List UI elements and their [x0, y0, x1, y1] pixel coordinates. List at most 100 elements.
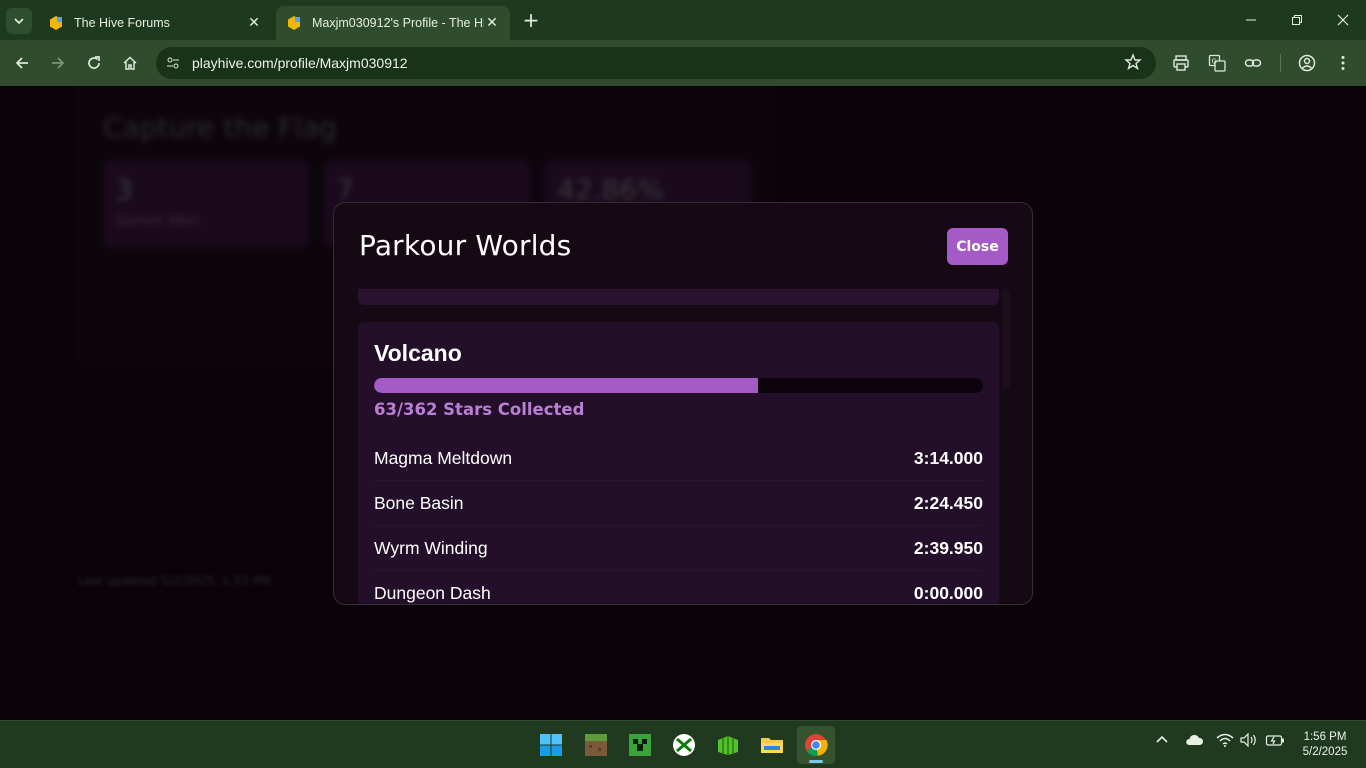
modal-title: Parkour Worlds [359, 229, 572, 262]
speaker-icon [1240, 732, 1256, 748]
tune-icon [167, 57, 179, 69]
file-explorer-button[interactable] [753, 726, 791, 764]
translate-button[interactable]: G [1204, 50, 1230, 76]
arrow-left-icon [15, 57, 28, 69]
volume-tray-button[interactable] [1240, 732, 1258, 751]
share-link-button[interactable] [1240, 50, 1266, 76]
tab-search-button[interactable] [6, 8, 32, 34]
home-icon [123, 56, 137, 70]
level-best-time: 2:24.450 [913, 492, 983, 513]
level-name: Magma Meltdown [374, 447, 513, 468]
close-icon [1337, 14, 1349, 26]
reload-icon [88, 56, 100, 69]
world-name: Volcano [374, 340, 462, 366]
kebab-menu-icon [1341, 56, 1345, 70]
onedrive-tray-button[interactable] [1184, 733, 1204, 751]
chevron-up-icon [1156, 735, 1168, 743]
stars-progress-fill [374, 378, 758, 393]
site-info-button[interactable] [162, 52, 184, 74]
level-row: Dungeon Dash 0:00.000 [374, 571, 983, 604]
hive-favicon-icon [50, 16, 62, 30]
start-button[interactable] [532, 726, 570, 764]
previous-world-card [358, 289, 999, 305]
modal-scroll-area[interactable]: Volcano 63/362 Stars Collected Magma Mel… [334, 289, 1032, 604]
minimize-button[interactable] [1228, 0, 1274, 40]
show-hidden-icons-button[interactable] [1155, 733, 1169, 751]
xbox-app-button[interactable] [665, 726, 703, 764]
taskbar-clock[interactable]: 1:56 PM 5/2/2025 [1290, 730, 1360, 760]
battery-tray-button[interactable] [1265, 733, 1285, 751]
url-text[interactable]: playhive.com/profile/Maxjm030912 [192, 55, 408, 71]
stars-progress-bar [374, 378, 983, 393]
printer-icon [1173, 55, 1189, 71]
game-heading: Capture the Flag [103, 111, 337, 144]
world-card: Volcano 63/362 Stars Collected Magma Mel… [358, 322, 999, 604]
wifi-icon [1216, 733, 1234, 747]
active-app-indicator [809, 760, 823, 763]
chrome-app-button[interactable] [797, 726, 835, 764]
level-name: Bone Basin [374, 492, 464, 513]
xbox-icon [673, 734, 695, 756]
level-name: Dungeon Dash [374, 582, 491, 603]
cloud-icon [1186, 734, 1204, 745]
chrome-icon [805, 734, 828, 756]
close-button[interactable]: Close [947, 228, 1008, 265]
file-explorer-icon [761, 738, 783, 753]
tab-title: Maxjm030912's Profile - The Hive [312, 16, 484, 30]
toolbar-divider [1280, 54, 1281, 72]
arrow-right-icon [52, 57, 65, 69]
minecraft-launcher-icon [718, 736, 738, 755]
scrollbar-track[interactable] [1002, 289, 1010, 389]
last-updated-text: Last updated 5/2/2025, 1:53 PM [78, 574, 271, 588]
minecraft-creeper-icon [629, 734, 651, 756]
link-icon [1244, 59, 1262, 67]
translate-icon: G [1208, 54, 1226, 72]
minecraft-launcher-button[interactable] [621, 726, 659, 764]
tab-title: The Hive Forums [74, 16, 170, 30]
close-tab-icon[interactable]: ✕ [246, 15, 262, 31]
address-bar[interactable]: playhive.com/profile/Maxjm030912 [156, 47, 1156, 79]
level-list: Magma Meltdown 3:14.000 Bone Basin 2:24.… [374, 436, 983, 604]
game-app-button[interactable] [709, 726, 747, 764]
level-best-time: 0:00.000 [913, 582, 983, 603]
tab-profile[interactable]: Maxjm030912's Profile - The Hive ✕ [276, 6, 510, 40]
chrome-menu-button[interactable] [1330, 50, 1356, 76]
print-button[interactable] [1168, 50, 1194, 76]
chevron-down-icon [14, 18, 24, 25]
stat-value: 3 [115, 173, 133, 206]
home-button[interactable] [117, 50, 143, 76]
hive-favicon-icon [288, 16, 300, 30]
restore-icon [1292, 15, 1302, 25]
svg-text:G: G [1212, 58, 1217, 66]
tab-strip: The Hive Forums ✕ Maxjm030912's Profile … [0, 0, 1366, 40]
battery-icon [1265, 735, 1284, 746]
clock-date: 5/2/2025 [1302, 746, 1348, 758]
back-button[interactable] [9, 50, 35, 76]
minecraft-grass-icon [585, 734, 607, 756]
stat-card: 3 Games Won [103, 161, 309, 247]
wifi-tray-button[interactable] [1216, 733, 1234, 751]
parkour-worlds-modal: Parkour Worlds Close Volcano 63/362 Star… [333, 202, 1033, 605]
close-tab-icon[interactable]: ✕ [484, 15, 500, 31]
clock-time: 1:56 PM [1303, 731, 1347, 743]
profile-button[interactable] [1294, 50, 1320, 76]
reload-button[interactable] [81, 50, 107, 76]
minimize-icon [1246, 19, 1256, 21]
restore-button[interactable] [1274, 0, 1320, 40]
level-best-time: 2:39.950 [913, 537, 983, 558]
stars-collected-text: 63/362 Stars Collected [374, 400, 585, 419]
level-name: Wyrm Winding [374, 537, 488, 558]
level-row: Bone Basin 2:24.450 [374, 481, 983, 526]
account-icon [1298, 54, 1316, 72]
bookmark-star-icon[interactable] [1124, 53, 1142, 75]
forward-button[interactable] [45, 50, 71, 76]
level-best-time: 3:14.000 [913, 447, 983, 468]
level-row: Magma Meltdown 3:14.000 [374, 436, 983, 481]
tab-hive-forums[interactable]: The Hive Forums ✕ [38, 6, 272, 40]
new-tab-button[interactable]: + [520, 9, 542, 31]
stat-label: Games Won [115, 213, 199, 229]
level-row: Wyrm Winding 2:39.950 [374, 526, 983, 571]
minecraft-app-button[interactable] [577, 726, 615, 764]
browser-toolbar: playhive.com/profile/Maxjm030912 G [0, 40, 1366, 86]
close-window-button[interactable] [1320, 0, 1366, 40]
